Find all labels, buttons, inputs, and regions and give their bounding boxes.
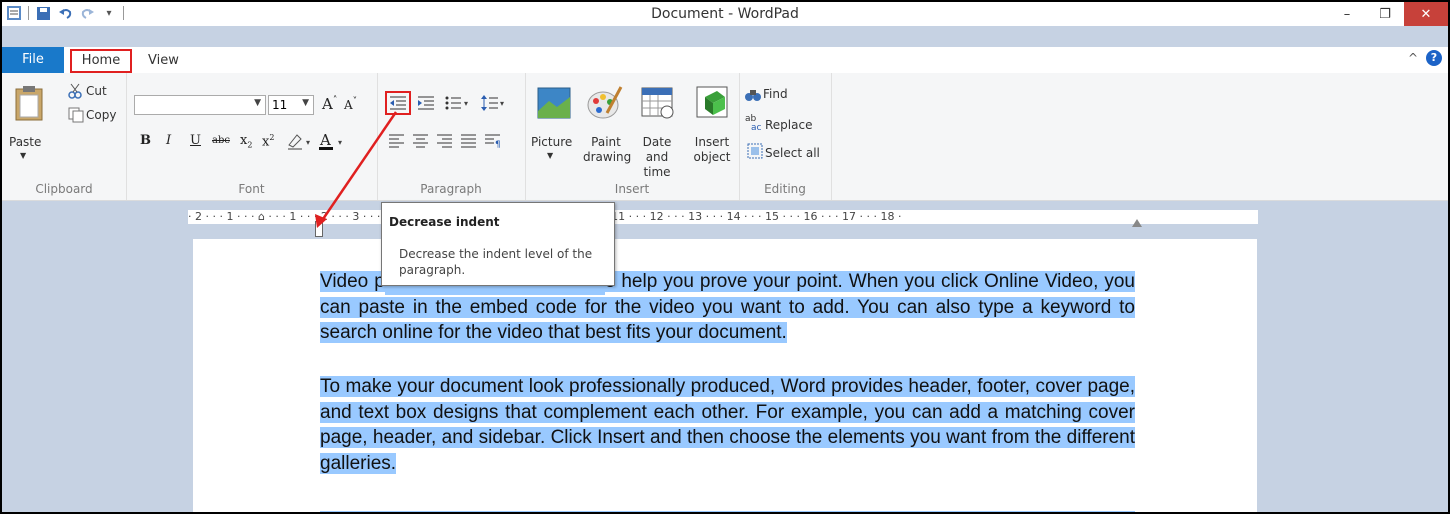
tab-home[interactable]: Home <box>70 49 132 73</box>
italic-button[interactable]: I <box>166 133 171 148</box>
align-center-icon[interactable] <box>413 133 429 152</box>
font-size-dropdown-icon[interactable]: ▼ <box>302 98 309 108</box>
tab-file[interactable]: File <box>2 47 64 73</box>
window-controls: – ❐ ✕ <box>1328 2 1448 26</box>
select-all-button[interactable]: Select all <box>765 146 820 160</box>
paint-drawing-button[interactable]: Paint drawing <box>583 135 631 165</box>
copy-icon[interactable] <box>68 107 84 127</box>
ruler[interactable]: · 2 · · · 1 · · · ⌂ · · · 1 · · · 2 · · … <box>188 210 1258 224</box>
paragraph-group: ▾ ▾ ¶ Paragraph <box>377 73 526 200</box>
svg-text:A: A <box>319 131 331 149</box>
tab-view[interactable]: View <box>148 48 188 73</box>
paragraph-2[interactable]: To make your document look professionall… <box>320 374 1135 476</box>
help-icon[interactable]: ? <box>1426 50 1442 66</box>
shrink-font-icon[interactable]: A˅ <box>344 97 357 112</box>
close-button[interactable]: ✕ <box>1404 2 1448 26</box>
cut-button[interactable]: Cut <box>86 84 107 98</box>
grow-font-icon[interactable]: A˄ <box>322 95 337 113</box>
ribbon-right-controls: ^ ? <box>1408 50 1442 66</box>
svg-text:ac: ac <box>751 123 762 131</box>
clipboard-group-label: Clipboard <box>35 182 93 196</box>
wordpad-window: ▾ Document - WordPad – ❐ ✕ File Home Vie… <box>0 0 1450 514</box>
font-family-dropdown-icon[interactable]: ▼ <box>254 98 261 108</box>
ribbon: Paste ▼ Cut Copy Clipboard ▼ 11 ▼ A˄ A˅ … <box>2 73 1448 201</box>
align-left-icon[interactable] <box>389 133 405 152</box>
highlight-color-icon[interactable]: ▾ <box>286 131 314 155</box>
picture-dropdown-icon[interactable]: ▼ <box>547 151 553 160</box>
date-time-icon[interactable] <box>641 85 675 123</box>
increase-indent-icon[interactable] <box>417 95 435 115</box>
insert-group-label: Insert <box>614 182 650 196</box>
picture-button[interactable]: Picture <box>531 135 572 149</box>
font-color-icon[interactable]: A ▾ <box>318 131 348 155</box>
bullet-list-icon[interactable]: ▾ <box>445 95 471 115</box>
decrease-indent-tooltip: Decrease indent Decrease the indent leve… <box>381 202 615 286</box>
paste-icon[interactable] <box>14 85 44 125</box>
font-group-label: Font <box>238 182 265 196</box>
align-right-icon[interactable] <box>437 133 453 152</box>
justify-icon[interactable] <box>461 133 477 152</box>
replace-button[interactable]: Replace <box>765 118 812 132</box>
cut-icon[interactable] <box>68 83 82 103</box>
select-all-icon[interactable] <box>747 143 763 163</box>
date-time-button[interactable]: Date and time <box>631 135 683 180</box>
find-button[interactable]: Find <box>763 87 788 101</box>
clipboard-group: Paste ▼ Cut Copy Clipboard <box>2 73 127 200</box>
paragraph-1-start: Video p <box>320 271 385 292</box>
window-title: Document - WordPad <box>651 6 799 22</box>
decrease-indent-icon[interactable] <box>389 95 407 115</box>
font-family-combobox[interactable]: ▼ <box>134 95 266 115</box>
font-size-value: 11 <box>272 98 288 112</box>
find-icon[interactable] <box>745 87 761 106</box>
insert-object-button[interactable]: Insert object <box>689 135 735 165</box>
paragraph-group-label: Paragraph <box>420 182 482 196</box>
font-group: ▼ 11 ▼ A˄ A˅ B I U abc x2 x2 ▾ A ▾ Font <box>126 73 378 200</box>
paste-label[interactable]: Paste <box>9 135 41 149</box>
ribbon-tab-row <box>2 47 1448 74</box>
minimize-ribbon-icon[interactable]: ^ <box>1408 51 1418 65</box>
bold-button[interactable]: B <box>140 133 151 148</box>
paste-dropdown-icon[interactable]: ▼ <box>20 151 26 160</box>
first-line-indent-marker[interactable] <box>315 221 323 237</box>
tooltip-title: Decrease indent <box>389 215 500 229</box>
editing-group: Find ab ac Replace Select all Editing <box>739 73 832 200</box>
svg-text:¶: ¶ <box>495 140 501 148</box>
paragraph-2-text: To make your document look professionall… <box>320 376 1135 474</box>
replace-icon[interactable]: ab ac <box>745 113 763 135</box>
copy-button[interactable]: Copy <box>86 108 116 122</box>
document-page[interactable]: Video p o help you prove your point. Whe… <box>193 239 1257 512</box>
svg-text:▾: ▾ <box>464 99 468 108</box>
svg-text:▾: ▾ <box>306 138 310 147</box>
underline-button[interactable]: U <box>190 133 201 148</box>
font-size-combobox[interactable]: 11 ▼ <box>268 95 314 115</box>
minimize-button[interactable]: – <box>1328 2 1366 26</box>
right-indent-marker[interactable] <box>1132 219 1142 227</box>
superscript-icon[interactable]: x2 <box>262 133 274 149</box>
ruler-bar: · 2 · · · 1 · · · ⌂ · · · 1 · · · 2 · · … <box>2 201 1448 239</box>
svg-text:▾: ▾ <box>500 99 504 108</box>
strikethrough-button[interactable]: abc <box>212 135 230 146</box>
paragraph-settings-icon[interactable]: ¶ <box>485 133 501 152</box>
title-bar: ▾ Document - WordPad – ❐ ✕ <box>2 2 1448 26</box>
insert-object-icon[interactable] <box>695 85 729 123</box>
svg-text:▾: ▾ <box>338 138 342 147</box>
subscript-icon[interactable]: x2 <box>240 133 252 150</box>
editing-group-label: Editing <box>764 182 806 196</box>
insert-group: Picture ▼ Paint drawing Date and time In… <box>525 73 740 200</box>
picture-icon[interactable] <box>537 87 571 123</box>
line-spacing-icon[interactable]: ▾ <box>481 95 507 115</box>
paint-drawing-icon[interactable] <box>587 83 623 125</box>
restore-button[interactable]: ❐ <box>1366 2 1404 26</box>
tooltip-body: Decrease the indent level of the paragra… <box>399 247 593 277</box>
